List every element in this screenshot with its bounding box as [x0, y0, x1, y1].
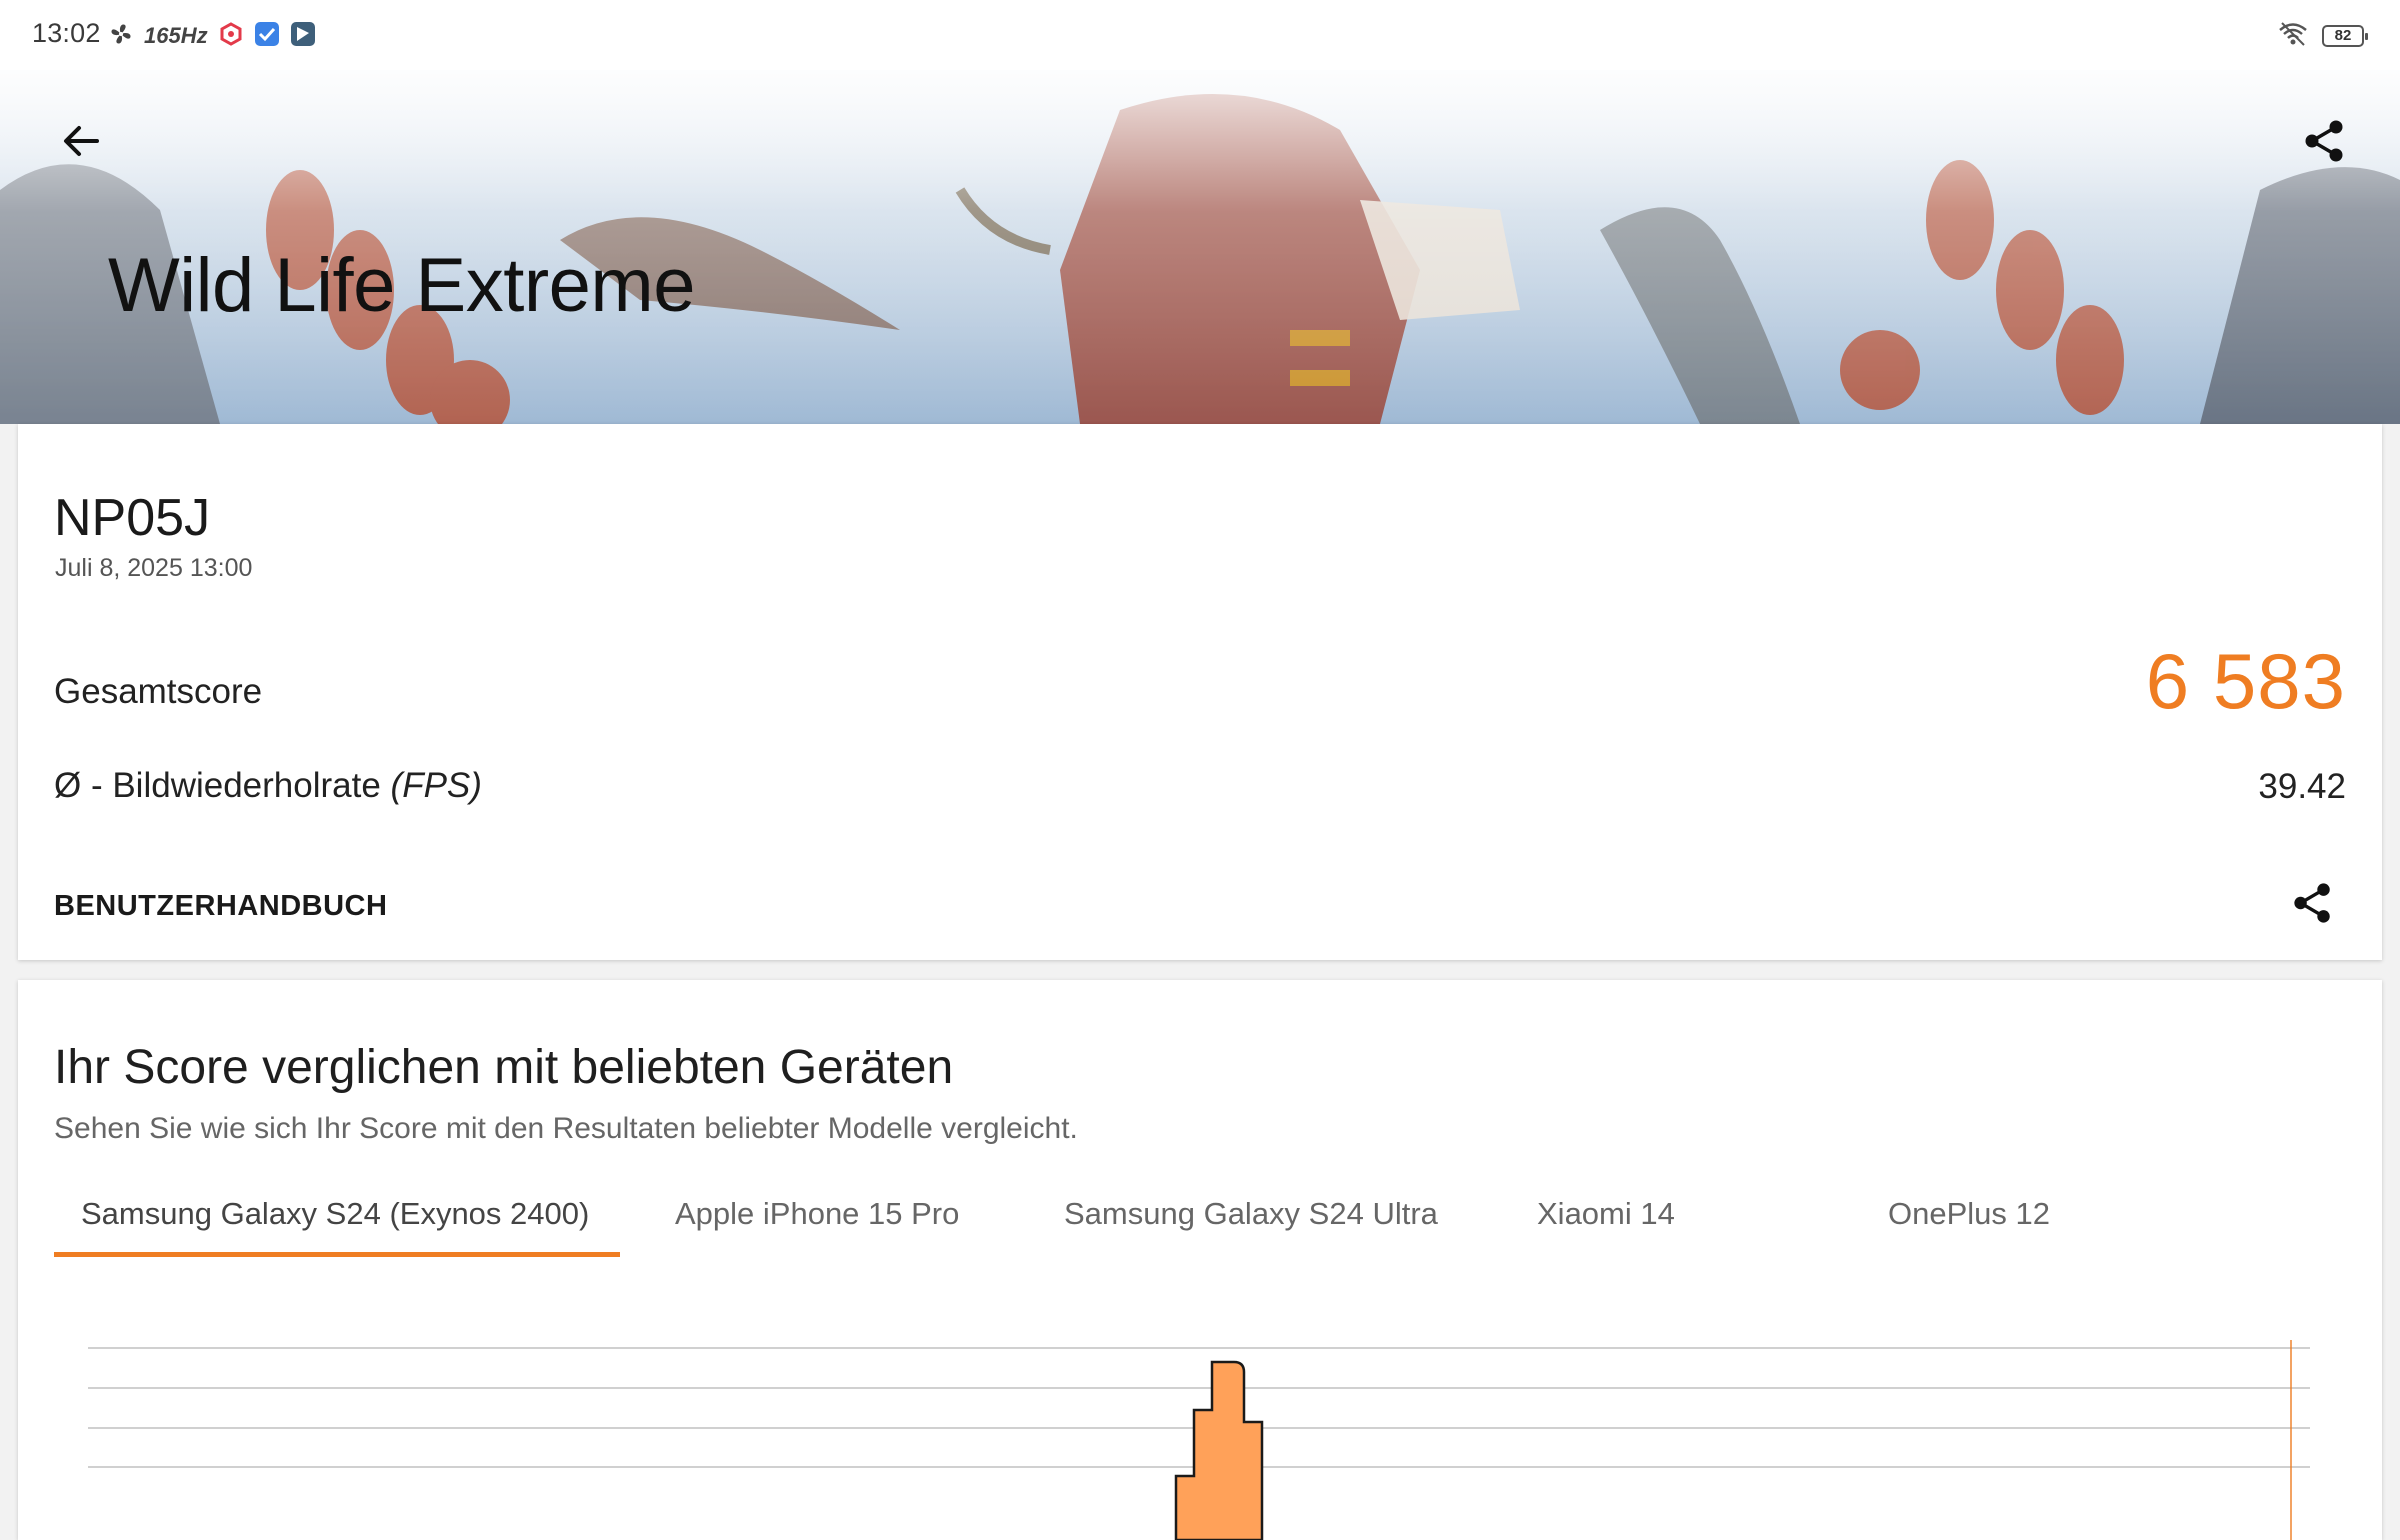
user-manual-link[interactable]: BENUTZERHANDBUCH [54, 890, 387, 923]
page-title: Wild Life Extreme [108, 243, 696, 328]
status-time: 13:02 [32, 18, 101, 48]
status-icons-right: 82 [2278, 18, 2368, 54]
refresh-rate-indicator: 165Hz [144, 23, 208, 48]
hero-banner: Wild Life Extreme [0, 70, 2400, 424]
fps-label-text: Ø - Bildwiederholrate [54, 766, 391, 805]
run-date: Juli 8, 2025 13:00 [55, 554, 253, 582]
tab-oneplus-12[interactable]: OnePlus 12 [1888, 1176, 2050, 1258]
overall-score-label: Gesamtscore [54, 672, 263, 711]
battery-icon: 82 [2322, 25, 2368, 47]
app-flag-icon [290, 21, 316, 52]
wifi-icon [2278, 21, 2308, 52]
tab-samsung-galaxy-s24-exynos[interactable]: Samsung Galaxy S24 (Exynos 2400) [54, 1176, 620, 1258]
device-tabs: Samsung Galaxy S24 (Exynos 2400) Apple i… [54, 1176, 2354, 1258]
tab-apple-iphone-15-pro[interactable]: Apple iPhone 15 Pro [675, 1176, 959, 1258]
share-icon [2294, 883, 2330, 923]
result-card: NP05J Juli 8, 2025 13:00 Gesamtscore 6 5… [18, 424, 2382, 960]
overall-score-value: 6 583 [2145, 637, 2346, 725]
average-fps-label: Ø - Bildwiederholrate (FPS) [54, 766, 482, 806]
tab-xiaomi-14[interactable]: Xiaomi 14 [1537, 1176, 1675, 1258]
comparison-card: Ihr Score verglichen mit beliebten Gerät… [18, 980, 2382, 1540]
app-red-icon [218, 21, 244, 52]
score-distribution-chart [88, 1340, 2310, 1540]
device-name: NP05J [54, 489, 211, 547]
comparison-subtitle: Sehen Sie wie sich Ihr Score mit den Res… [54, 1112, 1078, 1145]
fps-unit: (FPS) [390, 766, 482, 805]
active-tab-indicator [54, 1252, 620, 1257]
average-fps-value: 39.42 [2258, 767, 2346, 806]
comparison-title: Ihr Score verglichen mit beliebten Gerät… [54, 1041, 954, 1094]
app-check-icon [254, 21, 280, 52]
share-button-header[interactable] [2294, 110, 2356, 172]
tab-samsung-galaxy-s24-ultra[interactable]: Samsung Galaxy S24 Ultra [1064, 1176, 1438, 1258]
status-icons-left: 165Hz [108, 18, 316, 54]
back-button[interactable] [50, 110, 112, 172]
fan-icon [108, 21, 134, 52]
share-icon [2305, 120, 2343, 162]
status-bar: 13:02 165Hz 82 [0, 0, 2400, 70]
share-button-result[interactable] [2284, 874, 2342, 932]
arrow-left-icon [64, 126, 99, 156]
